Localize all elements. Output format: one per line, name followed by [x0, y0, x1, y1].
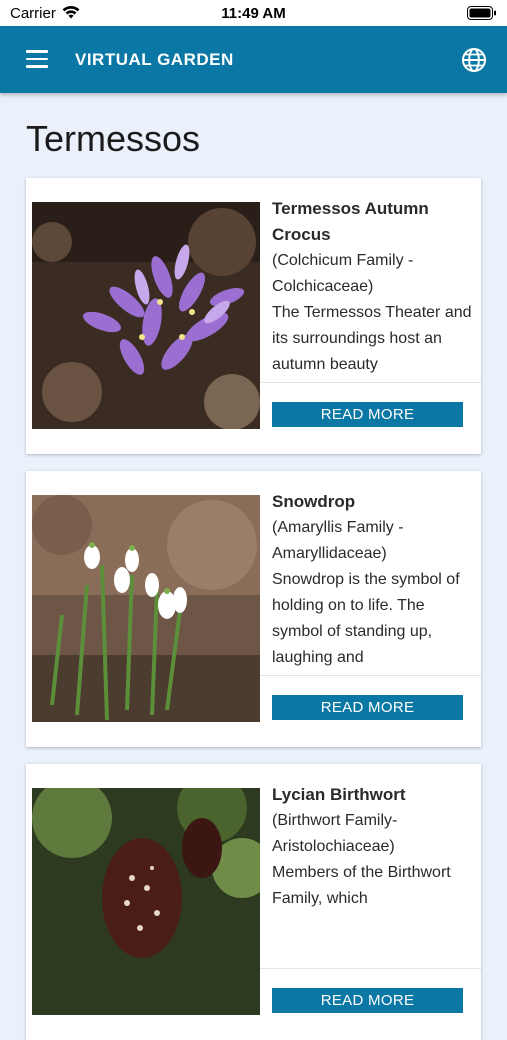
plant-card-text: Snowdrop (Amaryllis Family - Amaryllidac… — [272, 489, 472, 675]
card-divider — [260, 968, 481, 969]
plant-card: Termessos Autumn Crocus (Colchicum Famil… — [26, 178, 481, 454]
plant-name: Snowdrop — [272, 492, 356, 511]
plant-description: The Termessos Theater and its surroundin… — [272, 304, 472, 373]
read-more-button[interactable]: READ MORE — [272, 988, 463, 1013]
plant-description: Snowdrop is the symbol of holding on to … — [272, 571, 460, 666]
read-more-button[interactable]: READ MORE — [272, 402, 463, 427]
read-more-button[interactable]: READ MORE — [272, 695, 463, 720]
app-bar: VIRTUAL GARDEN — [0, 26, 507, 93]
card-divider — [260, 675, 481, 676]
plant-card: Lycian Birthwort (Birthwort Family- Aris… — [26, 764, 481, 1040]
app-title: VIRTUAL GARDEN — [75, 50, 234, 69]
plant-family: (Birthwort Family- Aristolochiaceae) — [272, 812, 398, 855]
plant-family: (Amaryllis Family - Amaryllidaceae) — [272, 519, 404, 562]
plant-description: Members of the Birthwort Family, which — [272, 864, 451, 907]
plant-name: Termessos Autumn Crocus — [272, 199, 429, 244]
plant-photo — [32, 202, 260, 429]
plant-card-text: Termessos Autumn Crocus (Colchicum Famil… — [272, 196, 472, 382]
plant-name: Lycian Birthwort — [272, 785, 406, 804]
card-divider — [260, 382, 481, 383]
plant-photo — [32, 788, 260, 1015]
clock: 11:49 AM — [221, 5, 286, 22]
plant-card: Snowdrop (Amaryllis Family - Amaryllidac… — [26, 471, 481, 747]
status-bar: Carrier 11:49 AM — [0, 0, 507, 26]
globe-icon[interactable] — [461, 47, 487, 73]
plant-family: (Colchicum Family - Colchicaceae) — [272, 252, 414, 295]
hamburger-menu-icon[interactable] — [26, 50, 50, 70]
battery-icon — [467, 6, 496, 20]
plant-card-text: Lycian Birthwort (Birthwort Family- Aris… — [272, 782, 472, 968]
page-title: Termessos — [26, 118, 201, 159]
plant-photo — [32, 495, 260, 722]
